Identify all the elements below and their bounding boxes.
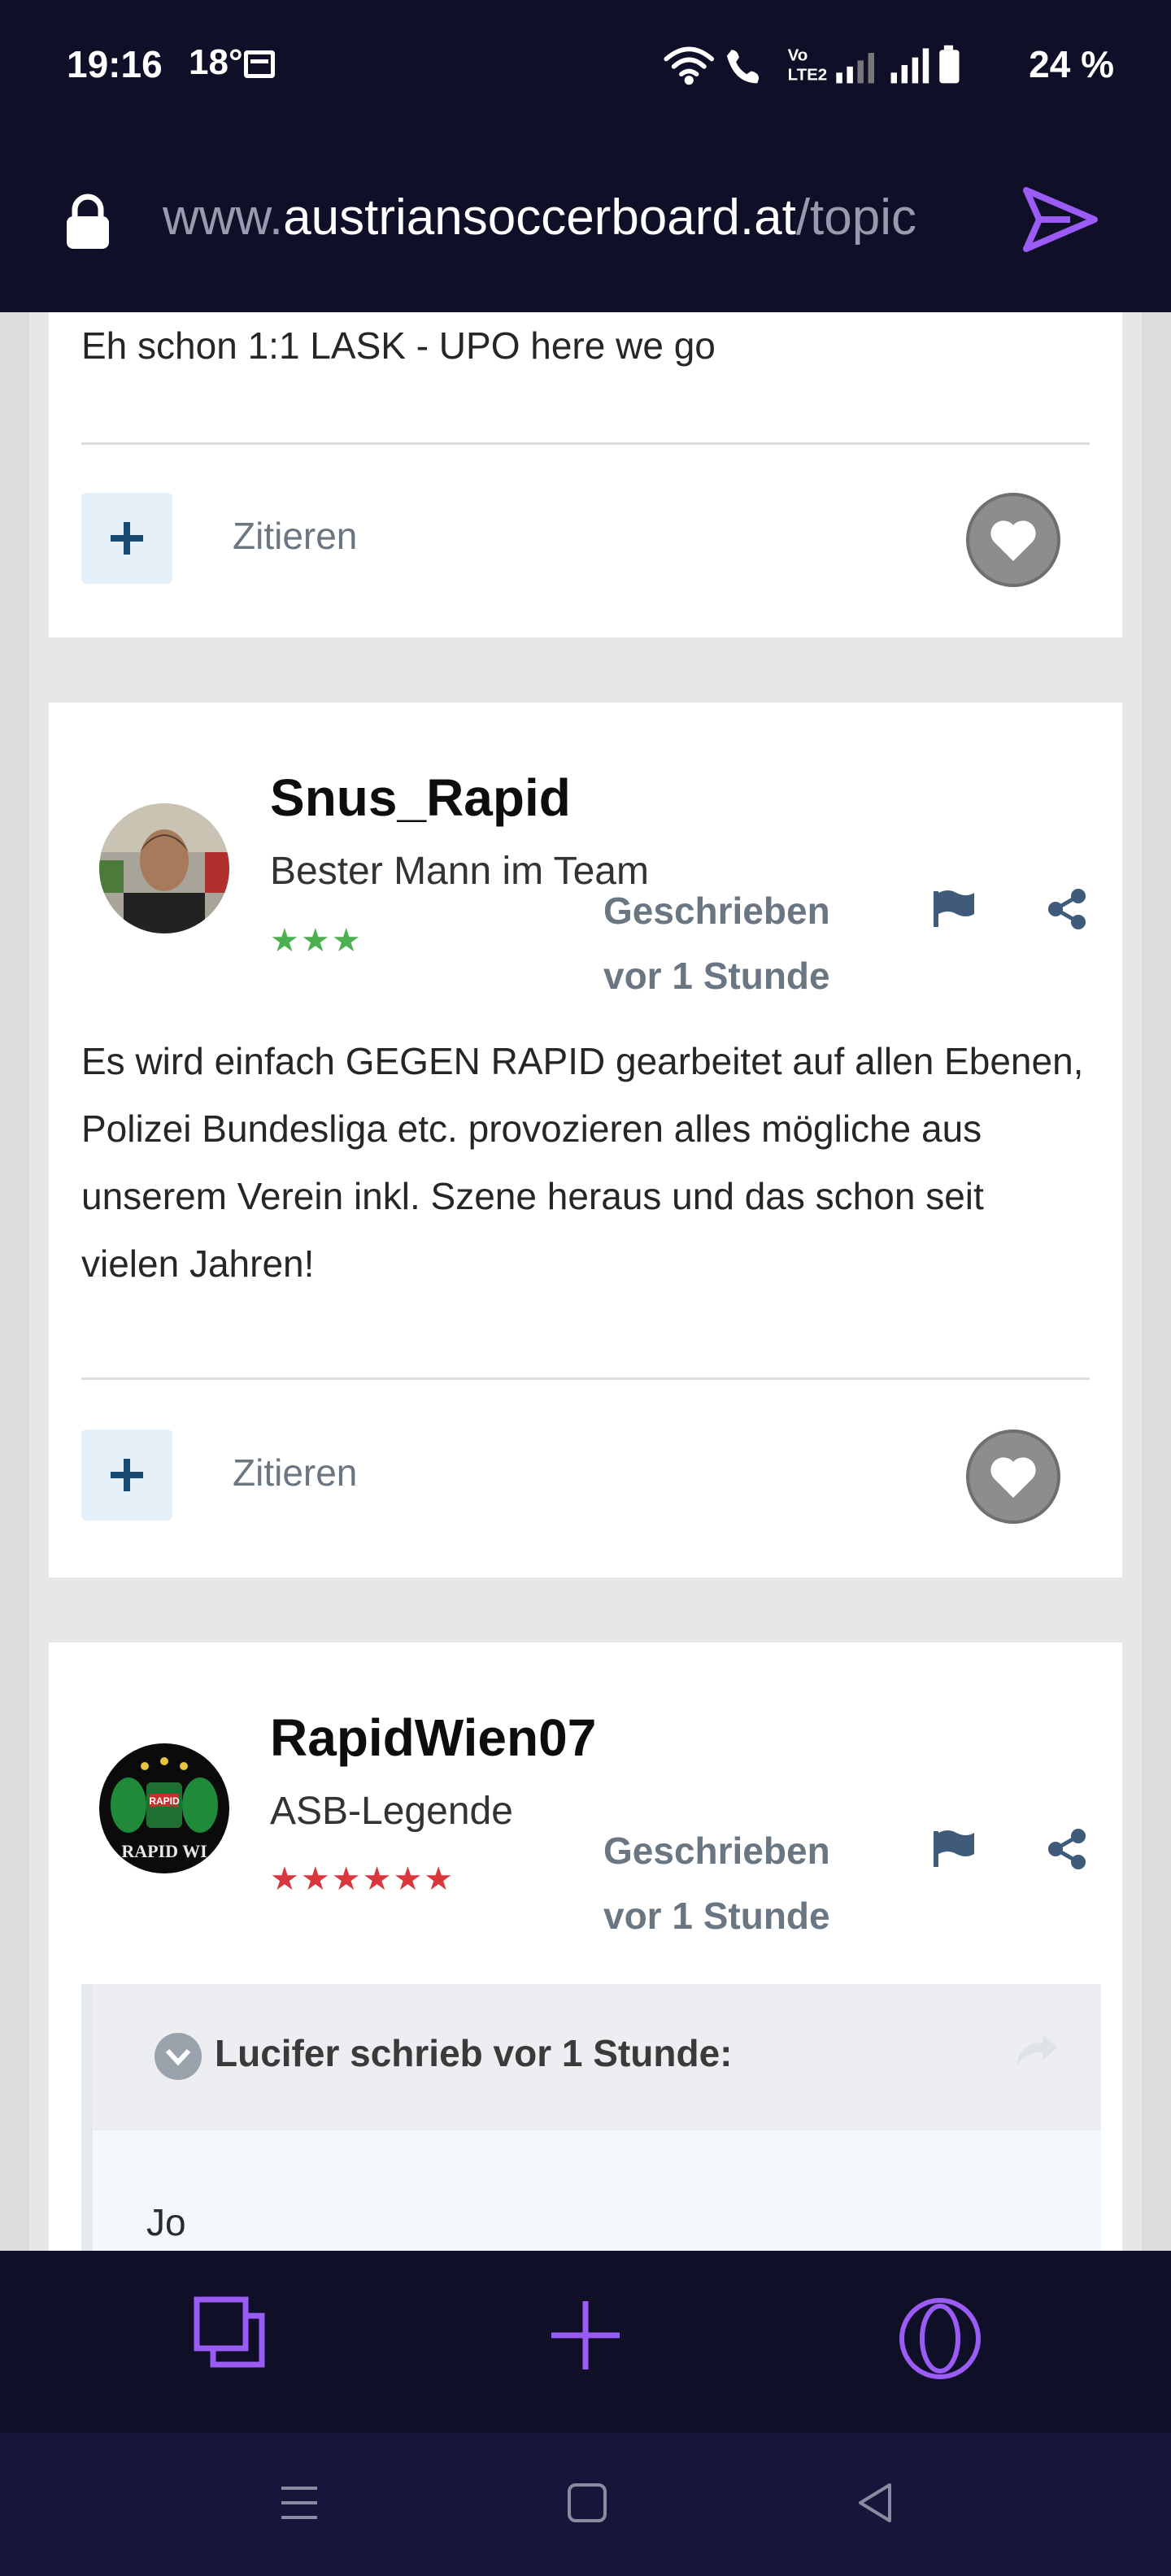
heart-icon	[990, 520, 1036, 561]
volte-icon: Vo LTE2	[788, 46, 828, 84]
quote-header[interactable]: Lucifer schrieb vor 1 Stunde:	[93, 1984, 1101, 2130]
quote-text: Jo	[146, 2201, 186, 2243]
share-icon[interactable]	[1046, 1828, 1088, 1870]
report-flag-icon[interactable]	[932, 890, 977, 929]
post-date-value: vor 1 Stunde	[603, 1895, 830, 1937]
signal-icon-2	[890, 48, 929, 84]
signal-icon	[836, 53, 874, 84]
battery-level: 24 %	[1029, 43, 1114, 85]
post-text: Es wird einfach GEGEN RAPID gearbeitet a…	[81, 1040, 1084, 1285]
avatar[interactable]	[99, 803, 229, 933]
wifi-icon	[664, 46, 715, 85]
status-time: 19:16	[67, 43, 163, 85]
url-domain: austriansoccerboard.at	[283, 189, 796, 246]
browser-address-bar: www.austriansoccerboard.at/topic	[0, 130, 1171, 312]
report-flag-icon[interactable]	[932, 1830, 977, 1869]
svg-text:LTE2: LTE2	[788, 66, 828, 85]
connectivity-icons: Vo LTE2	[664, 45, 960, 85]
recents-icon[interactable]	[278, 2482, 320, 2524]
status-temperature: 18°	[189, 42, 243, 82]
user-photo	[99, 803, 229, 933]
quote-button[interactable]: Zitieren	[233, 514, 357, 558]
opera-menu-icon[interactable]	[898, 2296, 982, 2381]
back-icon[interactable]	[854, 2482, 896, 2524]
quote-block: Lucifer schrieb vor 1 Stunde: Jo	[81, 1984, 1101, 2251]
club-logo-avatar: RAPID RAPID WI	[99, 1743, 229, 1873]
username[interactable]: RapidWien07	[270, 1708, 596, 1768]
user-rank: Bester Mann im Team	[270, 850, 649, 893]
post-date-label: Geschrieben	[603, 890, 830, 932]
status-bar: 19:16 18° Vo LTE2 24 %	[0, 0, 1171, 130]
divider	[81, 1377, 1090, 1380]
post-card: Snus_Rapid Bester Mann im Team ★★★ Gesch…	[49, 703, 1122, 1577]
svg-text:RAPID: RAPID	[149, 1795, 180, 1807]
like-button[interactable]	[966, 493, 1060, 587]
rank-stars: ★★★★★★	[270, 1861, 455, 1897]
wifi-call-icon	[726, 50, 760, 84]
calendar-icon	[244, 50, 275, 78]
post-date: Geschrieben vor 1 Stunde	[603, 878, 830, 1008]
like-button[interactable]	[966, 1429, 1060, 1524]
user-rank: ASB-Legende	[270, 1790, 513, 1833]
post-card: RAPID RAPID WI RapidWien07 ASB-Legende ★…	[49, 1643, 1122, 2251]
multiquote-button[interactable]	[81, 493, 172, 584]
divider	[81, 442, 1090, 445]
avatar-text: RAPID WI	[121, 1841, 207, 1861]
go-to-quote-icon[interactable]	[1013, 2033, 1059, 2069]
chevron-down-icon[interactable]	[155, 2033, 202, 2080]
share-icon[interactable]	[1046, 888, 1088, 930]
url-field[interactable]: www.austriansoccerboard.at/topic	[163, 189, 1008, 246]
post-date: Geschrieben vor 1 Stunde	[603, 1818, 830, 1948]
post-date-label: Geschrieben	[603, 1830, 830, 1872]
battery-icon	[939, 45, 960, 84]
rank-stars: ★★★	[270, 923, 363, 959]
svg-text:Vo: Vo	[788, 46, 808, 64]
new-tab-icon[interactable]	[546, 2296, 625, 2374]
page-gutter-right	[1142, 312, 1171, 2251]
post-text: Eh schon 1:1 LASK - UPO here we go	[81, 324, 716, 367]
avatar[interactable]: RAPID RAPID WI	[99, 1743, 229, 1873]
post-date-value: vor 1 Stunde	[603, 955, 830, 997]
quote-author: Lucifer schrieb vor 1 Stunde:	[215, 2032, 733, 2074]
quote-button[interactable]: Zitieren	[233, 1451, 357, 1495]
username[interactable]: Snus_Rapid	[270, 768, 571, 828]
heart-icon	[990, 1457, 1036, 1498]
url-path: /topic	[795, 189, 917, 246]
browser-toolbar	[0, 2251, 1171, 2433]
send-icon[interactable]	[1021, 185, 1099, 254]
lock-icon	[67, 194, 109, 249]
url-prefix: www.	[163, 189, 284, 246]
page-gutter-left	[0, 312, 29, 2251]
post-card: Eh schon 1:1 LASK - UPO here we go Zitie…	[49, 312, 1122, 637]
multiquote-button[interactable]	[81, 1429, 172, 1521]
home-icon[interactable]	[566, 2482, 608, 2524]
system-navigation-bar	[0, 2433, 1171, 2576]
tabs-icon[interactable]	[194, 2296, 265, 2368]
forum-content: Eh schon 1:1 LASK - UPO here we go Zitie…	[0, 312, 1171, 2251]
